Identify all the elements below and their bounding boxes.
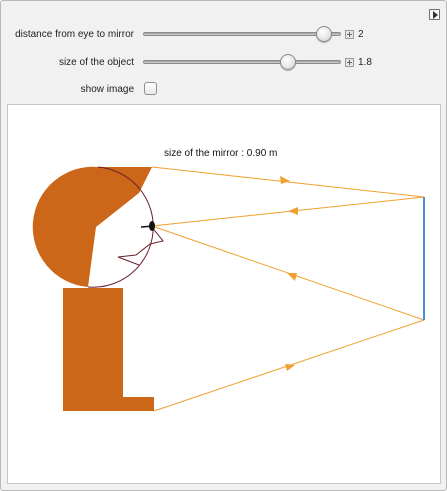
ray-arrow-3 xyxy=(287,273,297,281)
ray-top-to-mirror xyxy=(151,166,425,198)
options-menu-button[interactable] xyxy=(429,9,440,20)
ray-arrow-2 xyxy=(288,207,298,215)
distance-slider-track[interactable] xyxy=(143,32,341,36)
person-head xyxy=(32,166,152,287)
object-size-slider-track[interactable] xyxy=(143,60,341,64)
mirror-size-caption: size of the mirror : 0.90 m xyxy=(164,148,277,159)
distance-value: 2 xyxy=(358,29,364,40)
object-size-slider-thumb[interactable] xyxy=(279,54,296,70)
ray-mirror-to-eye-top xyxy=(151,196,425,227)
object-size-expand-button[interactable] xyxy=(345,58,354,67)
play-triangle-icon xyxy=(433,11,438,19)
eye-lash xyxy=(140,225,155,228)
distance-label: distance from eye to mirror xyxy=(15,29,134,40)
object-size-label: size of the object xyxy=(58,57,134,68)
graphics-area: size of the mirror : 0.90 m xyxy=(7,104,441,484)
distance-slider-thumb[interactable] xyxy=(315,26,332,42)
show-image-checkbox[interactable] xyxy=(144,82,157,95)
object-size-value: 1.8 xyxy=(358,57,372,68)
distance-expand-button[interactable] xyxy=(345,30,354,39)
show-image-label: show image xyxy=(80,84,134,95)
ray-arrow-1 xyxy=(280,176,290,184)
manipulate-panel: distance from eye to mirror 2 size of th… xyxy=(0,0,447,491)
nose-outline xyxy=(117,225,164,266)
person-body xyxy=(63,288,154,411)
mirror-diagram: size of the mirror : 0.90 m xyxy=(32,148,425,412)
ray-arrow-4 xyxy=(285,364,295,371)
